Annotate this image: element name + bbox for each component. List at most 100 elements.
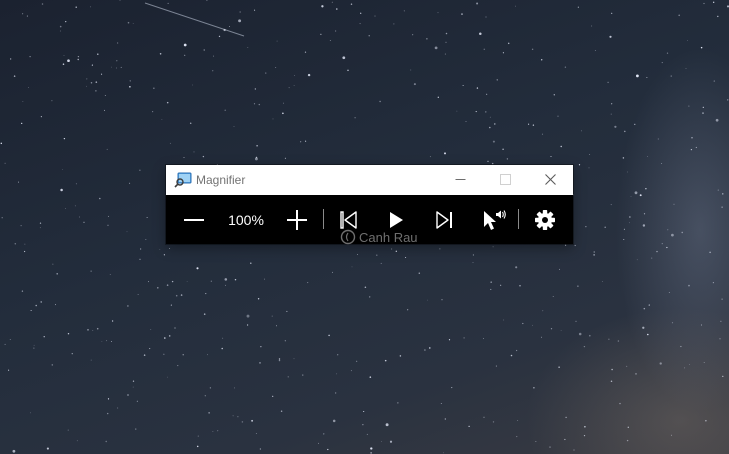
star	[136, 400, 138, 402]
settings-button[interactable]	[529, 195, 561, 244]
star	[87, 329, 89, 331]
star	[647, 333, 649, 336]
star	[0, 142, 3, 145]
star	[255, 156, 258, 159]
star	[280, 410, 283, 413]
star	[275, 67, 277, 68]
star	[20, 225, 22, 227]
star	[327, 448, 329, 451]
star	[445, 32, 448, 35]
star	[107, 224, 109, 226]
star	[180, 294, 183, 296]
star	[646, 77, 648, 79]
star	[494, 123, 496, 125]
star	[717, 15, 719, 18]
star	[166, 284, 169, 286]
star	[623, 228, 625, 230]
star	[51, 364, 54, 366]
plus-icon	[287, 209, 307, 230]
star	[510, 354, 513, 357]
star	[106, 340, 108, 342]
star	[642, 224, 646, 227]
star	[593, 254, 595, 256]
star	[75, 6, 77, 8]
star	[253, 103, 256, 105]
star	[14, 243, 17, 245]
star	[427, 299, 428, 301]
star	[709, 251, 711, 254]
minimize-button[interactable]	[438, 165, 483, 195]
star	[540, 336, 542, 338]
star	[203, 313, 206, 315]
close-button[interactable]	[528, 165, 573, 195]
star	[429, 156, 431, 158]
star	[40, 116, 42, 118]
star	[410, 69, 412, 71]
star	[167, 376, 168, 378]
star	[90, 6, 92, 8]
star	[148, 281, 149, 283]
read-from-here-button[interactable]	[476, 195, 512, 244]
title-bar[interactable]: Magnifier	[166, 165, 573, 195]
star	[10, 58, 12, 60]
star	[564, 438, 566, 441]
star	[304, 51, 307, 53]
star	[104, 109, 105, 111]
star	[670, 434, 672, 436]
star	[126, 231, 128, 233]
gear-icon	[535, 209, 555, 230]
star	[276, 40, 278, 42]
star	[259, 448, 261, 450]
star	[645, 188, 647, 190]
star	[515, 349, 518, 352]
star	[117, 407, 119, 409]
star	[532, 324, 533, 326]
star	[35, 304, 37, 307]
star	[639, 194, 642, 197]
star	[105, 440, 107, 443]
star	[483, 48, 486, 51]
star	[727, 99, 729, 101]
star	[463, 337, 465, 339]
star	[560, 145, 562, 148]
star	[636, 74, 639, 78]
star	[695, 146, 697, 149]
star	[272, 118, 274, 120]
star	[705, 420, 707, 422]
star	[77, 58, 79, 61]
star	[43, 336, 45, 338]
star	[229, 25, 231, 27]
next-button[interactable]	[428, 195, 460, 244]
star	[13, 75, 16, 77]
star	[169, 247, 171, 249]
play-icon	[390, 211, 403, 228]
star	[163, 254, 165, 256]
star	[127, 305, 129, 307]
star	[506, 158, 509, 160]
star	[335, 392, 337, 394]
star	[636, 259, 638, 261]
star	[703, 2, 705, 5]
star	[62, 169, 64, 170]
star	[233, 126, 235, 127]
star	[256, 144, 258, 147]
star	[221, 347, 223, 350]
star	[589, 334, 591, 337]
star	[23, 250, 26, 253]
star	[610, 204, 612, 206]
star	[204, 395, 206, 397]
star	[703, 362, 705, 364]
star	[443, 452, 444, 454]
star	[167, 2, 169, 4]
star	[8, 369, 10, 371]
star	[370, 452, 372, 454]
star	[399, 355, 402, 357]
star	[356, 360, 358, 362]
zoom-in-button[interactable]	[281, 195, 313, 244]
star	[437, 96, 439, 98]
star	[184, 54, 186, 56]
star	[560, 330, 562, 331]
star	[565, 244, 567, 246]
zoom-out-button[interactable]	[178, 195, 210, 244]
star	[117, 42, 119, 44]
